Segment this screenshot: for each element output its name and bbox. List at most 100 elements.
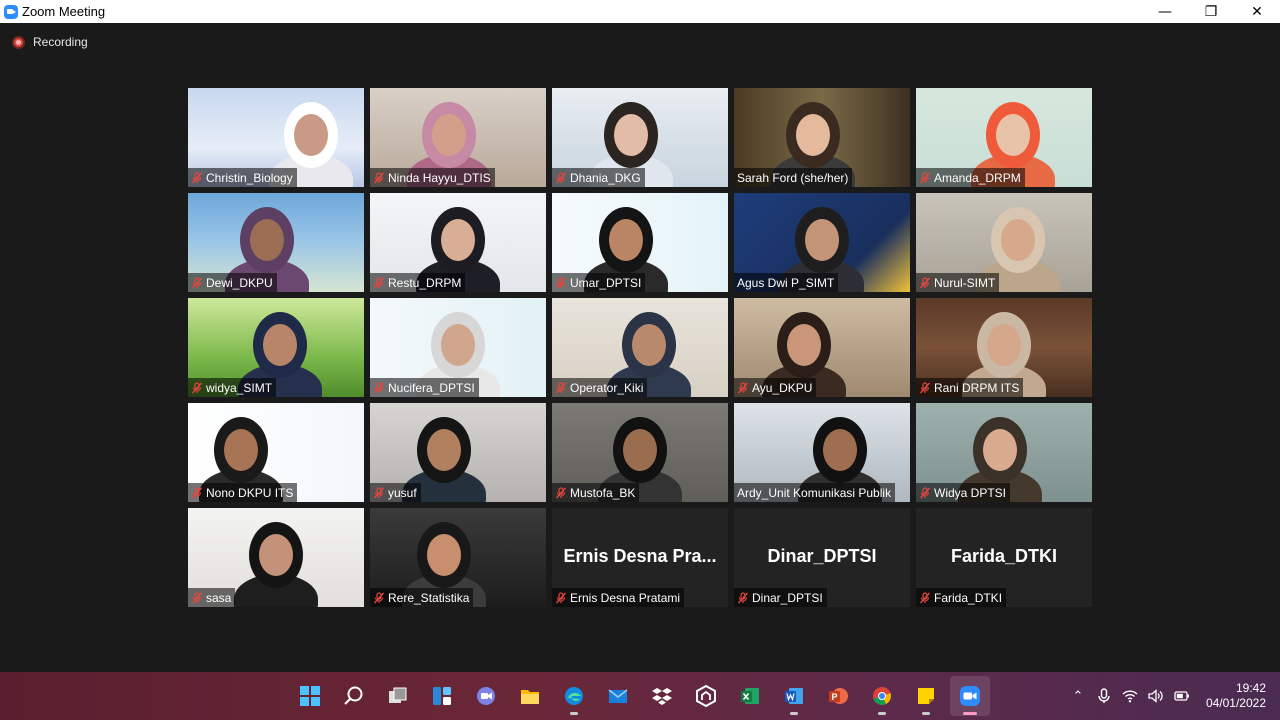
file-explorer-icon [521, 690, 539, 704]
widgets-button[interactable] [422, 676, 462, 716]
participant-name: Restu_DRPM [388, 275, 462, 290]
muted-mic-icon [191, 591, 203, 603]
microphone-icon[interactable] [1096, 688, 1112, 704]
participant-tile[interactable]: Ayu_DKPU [734, 298, 910, 397]
participant-tile[interactable]: Dewi_DKPU [188, 193, 364, 292]
teams-chat-button[interactable] [466, 676, 506, 716]
participant-face [822, 429, 857, 471]
participant-tile[interactable]: Operator_Kiki [552, 298, 728, 397]
participant-name: Ayu_DKPU [752, 380, 813, 395]
participant-nameplate: Widya DPTSI [916, 483, 1011, 502]
participant-tile[interactable]: Nurul-SIMT [916, 193, 1092, 292]
zoom-button[interactable] [950, 676, 990, 716]
participant-tile[interactable]: Sarah Ford (she/her) [734, 88, 910, 187]
participant-nameplate: Ernis Desna Pratami [552, 588, 685, 607]
excel-icon [741, 688, 759, 704]
participant-face [441, 219, 475, 261]
participant-tile[interactable]: Ardy_Unit Komunikasi Publik [734, 403, 910, 502]
muted-mic-icon [191, 276, 203, 288]
participant-face [426, 429, 461, 471]
participant-tile[interactable]: Farida_DTKI Farida_DTKI [916, 508, 1092, 607]
participant-display-name: Farida_DTKI [950, 546, 1058, 566]
participant-face [262, 324, 297, 366]
powerpoint-button[interactable]: P [818, 676, 858, 716]
participant-tile[interactable]: yusuf [370, 403, 546, 502]
muted-mic-icon [373, 486, 385, 498]
participant-tile[interactable]: Christin_Biology [188, 88, 364, 187]
volume-icon[interactable] [1148, 688, 1164, 704]
search-button[interactable] [334, 676, 374, 716]
participant-face [294, 114, 329, 156]
taskbar-apps: P [290, 672, 990, 720]
running-indicator [790, 712, 798, 715]
start-button[interactable] [290, 676, 330, 716]
participant-tile[interactable]: Ernis Desna Pra... Ernis Desna Pratami [552, 508, 728, 607]
muted-mic-icon [191, 486, 203, 498]
participant-tile[interactable]: Nucifera_DPTSI [370, 298, 546, 397]
recording-indicator[interactable]: Recording [12, 35, 88, 49]
participant-tile[interactable]: Widya DPTSI [916, 403, 1092, 502]
participant-name: widya_SIMT [206, 380, 273, 395]
participant-tile[interactable]: Amanda_DRPM [916, 88, 1092, 187]
participant-face [223, 429, 258, 471]
participant-tile[interactable]: Mustofa_BK [552, 403, 728, 502]
participant-name: Ninda Hayyu_DTIS [388, 170, 491, 185]
app-hexagon-icon [696, 685, 716, 707]
muted-mic-icon [919, 486, 931, 498]
clock-date: 04/01/2022 [1205, 696, 1266, 710]
dropbox-button[interactable] [642, 676, 682, 716]
participant-name: Ernis Desna Pratami [570, 590, 681, 605]
battery-icon[interactable] [1174, 688, 1190, 704]
taskbar-clock[interactable]: 19:42 04/01/2022 [1206, 681, 1266, 711]
participant-name: Nucifera_DPTSI [388, 380, 475, 395]
participant-tile[interactable]: Dinar_DPTSI Dinar_DPTSI [734, 508, 910, 607]
participant-name: Operator_Kiki [570, 380, 644, 395]
participant-face [987, 324, 1021, 366]
task-view-button[interactable] [378, 676, 418, 716]
participant-nameplate: Ninda Hayyu_DTIS [370, 168, 495, 187]
zoom-icon [960, 686, 980, 706]
muted-mic-icon [919, 381, 931, 393]
wifi-icon[interactable] [1122, 688, 1138, 704]
chrome-button[interactable] [862, 676, 902, 716]
participant-nameplate: Rani DRPM ITS [916, 378, 1024, 397]
participant-face [805, 219, 839, 261]
participant-nameplate: Ardy_Unit Komunikasi Publik [734, 483, 896, 502]
hexagon-app-button[interactable] [686, 676, 726, 716]
close-button[interactable]: ✕ [1234, 0, 1280, 23]
muted-mic-icon [191, 171, 203, 183]
mail-button[interactable] [598, 676, 638, 716]
recording-label: Recording [33, 35, 88, 49]
zoom-app-icon [4, 4, 18, 19]
show-hidden-icons-icon[interactable]: ⌃ [1070, 688, 1086, 704]
muted-mic-icon [555, 486, 567, 498]
minimize-button[interactable]: — [1142, 0, 1188, 23]
participant-tile[interactable]: Ninda Hayyu_DTIS [370, 88, 546, 187]
participant-tile[interactable]: Restu_DRPM [370, 193, 546, 292]
gallery-view: Christin_Biology Ninda Hayyu_DTIS Dhania_D… [188, 88, 1092, 607]
edge-button[interactable] [554, 676, 594, 716]
participant-nameplate: Amanda_DRPM [916, 168, 1025, 187]
running-indicator [570, 712, 578, 715]
muted-mic-icon [191, 381, 203, 393]
participant-tile[interactable]: Agus Dwi P_SIMT [734, 193, 910, 292]
edge-icon [565, 687, 583, 705]
file-explorer-button[interactable] [510, 676, 550, 716]
excel-button[interactable] [730, 676, 770, 716]
recording-icon [12, 35, 25, 49]
participant-tile[interactable]: widya_SIMT [188, 298, 364, 397]
participant-nameplate: Agus Dwi P_SIMT [734, 273, 839, 292]
participant-tile[interactable]: Dhania_DKG [552, 88, 728, 187]
participant-nameplate: yusuf [370, 483, 421, 502]
participant-tile[interactable]: sasa [188, 508, 364, 607]
participant-tile[interactable]: Umar_DPTSI [552, 193, 728, 292]
participant-name: Agus Dwi P_SIMT [737, 275, 835, 290]
participant-tile[interactable]: Nono DKPU ITS [188, 403, 364, 502]
participant-tile[interactable]: Rani DRPM ITS [916, 298, 1092, 397]
word-icon [785, 688, 803, 704]
participant-nameplate: Farida_DTKI [916, 588, 1007, 607]
sticky-notes-button[interactable] [906, 676, 946, 716]
restore-button[interactable]: ❐ [1188, 0, 1234, 23]
word-button[interactable] [774, 676, 814, 716]
participant-tile[interactable]: Rere_Statistika [370, 508, 546, 607]
